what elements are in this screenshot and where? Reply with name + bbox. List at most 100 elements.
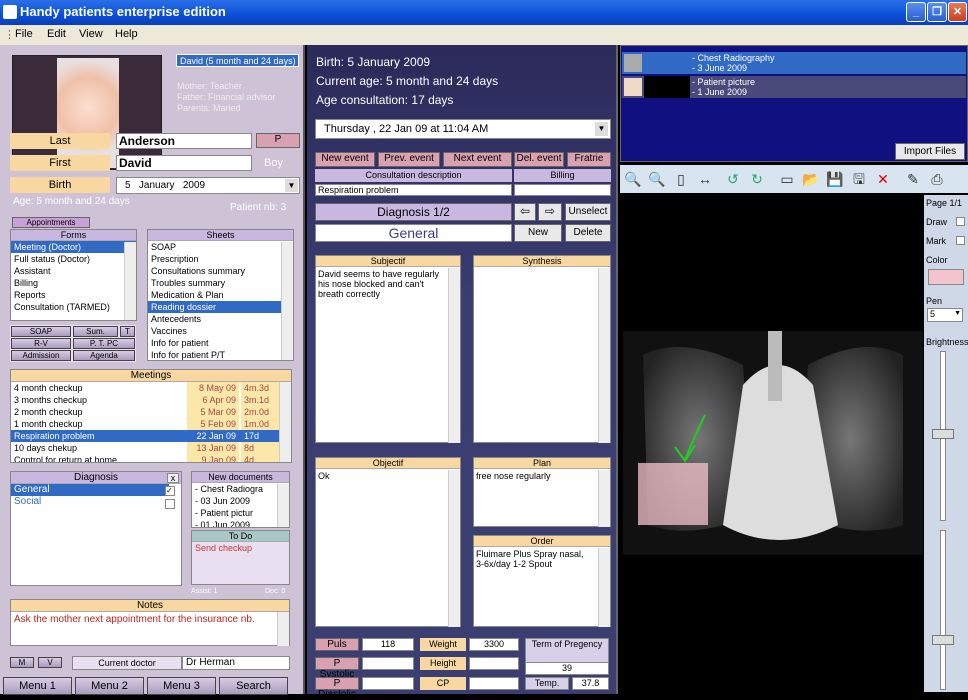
delete-icon[interactable]: ✕ (872, 168, 894, 190)
menu2-button[interactable]: Menu 2 (75, 677, 144, 695)
fratrie-button[interactable]: Fratrie (567, 152, 611, 167)
rotate-right-icon[interactable]: ↻ (746, 168, 768, 190)
prev-event-button[interactable]: Prev. event (378, 152, 440, 167)
open-folder-icon[interactable]: 📂 (800, 168, 822, 190)
chevron-down-icon[interactable]: ▼ (285, 179, 298, 192)
rotate-left-icon[interactable]: ↺ (722, 168, 744, 190)
close-icon[interactable]: x (167, 473, 179, 483)
forms-scrollbar[interactable] (124, 242, 136, 320)
current-doctor-field[interactable]: Dr Herman (182, 656, 290, 670)
synthesis-scrollbar[interactable] (598, 268, 610, 443)
sum-button[interactable]: Sum. (73, 326, 118, 337)
menu-view[interactable]: View (79, 28, 103, 40)
color-swatch[interactable] (928, 269, 964, 285)
sheets-scrollbar[interactable] (281, 242, 293, 360)
list-item[interactable]: - 01 Jun 2009 (192, 519, 289, 527)
arrow-right-icon[interactable]: ⇨ (538, 203, 562, 221)
chevron-down-icon[interactable]: ▼ (595, 122, 608, 136)
list-item[interactable]: - 03 Jun 2009 (192, 495, 289, 507)
list-item[interactable]: Prescription (148, 253, 293, 265)
list-item[interactable]: Antecedents (148, 313, 293, 325)
p-diastolic-field[interactable] (362, 677, 414, 690)
brightness-slider-thumb[interactable] (932, 429, 954, 439)
contrast-slider-thumb[interactable] (932, 635, 954, 645)
list-item[interactable]: Full status (Doctor) (11, 253, 136, 265)
list-item[interactable]: Billing (11, 277, 136, 289)
list-item[interactable]: Meeting (Doctor) (11, 241, 136, 253)
table-row[interactable]: 10 days chekup 13 Jan 09 8d (11, 442, 291, 454)
list-item[interactable]: - Patient pictur (192, 507, 289, 519)
cp-field[interactable] (469, 677, 519, 690)
table-row[interactable]: 4 month checkup 8 May 09 4m.3d (11, 382, 291, 394)
menu-edit[interactable]: Edit (47, 28, 66, 40)
print-icon[interactable]: ⎙ (926, 168, 948, 190)
fit-page-icon[interactable]: ▯ (670, 168, 692, 190)
plan-scrollbar[interactable] (598, 470, 610, 527)
minimize-button[interactable]: _ (906, 2, 926, 22)
maximize-button[interactable]: ❐ (927, 2, 947, 22)
last-name-field[interactable]: Anderson (116, 133, 252, 149)
temp-field[interactable]: 37.8 (572, 677, 609, 690)
notes-box[interactable]: Notes Ask the mother next appointment fo… (10, 599, 290, 646)
zoom-out-icon[interactable]: 🔍 (646, 168, 668, 190)
file-item-picture[interactable]: - Patient picture - 1 June 2009 (622, 76, 966, 98)
p-button[interactable]: P (256, 133, 300, 148)
subjectif-scrollbar[interactable] (448, 268, 460, 443)
synthesis-box[interactable]: Synthesis (473, 255, 611, 443)
order-scrollbar[interactable] (598, 548, 610, 627)
list-item[interactable]: Medication & Plan (148, 289, 293, 301)
objectif-box[interactable]: Objectif Ok (315, 457, 461, 627)
height-field[interactable] (469, 657, 519, 670)
search-button[interactable]: Search (219, 677, 288, 695)
subjectif-box[interactable]: Subjectif David seems to have regularly … (315, 255, 461, 443)
save-as-icon[interactable]: 🖫 (848, 168, 870, 190)
soap-button[interactable]: SOAP (11, 326, 71, 337)
agenda-button[interactable]: Agenda (73, 350, 135, 361)
zoom-in-icon[interactable]: 🔍 (622, 168, 644, 190)
unselect-button[interactable]: Unselect (565, 203, 611, 221)
new-event-button[interactable]: New event (315, 152, 375, 167)
table-row[interactable]: 1 month checkup 5 Feb 09 1m.0d (11, 418, 291, 430)
puls-field[interactable]: 118 (362, 638, 414, 651)
list-item[interactable]: Info for patient P/T (148, 349, 293, 360)
objectif-scrollbar[interactable] (448, 470, 460, 627)
import-files-button[interactable]: Import Files (895, 143, 965, 160)
social-checkbox[interactable] (165, 499, 175, 509)
first-name-field[interactable]: David (116, 155, 252, 171)
term-field[interactable]: 39 (525, 662, 609, 675)
draw-checkbox[interactable] (956, 217, 965, 226)
list-item[interactable]: - Chest Radiogra (192, 483, 289, 495)
notes-scrollbar[interactable] (277, 612, 289, 646)
rv-button[interactable]: R-V (11, 338, 71, 349)
list-item[interactable]: General (11, 484, 169, 496)
list-item[interactable]: SOAP (148, 241, 293, 253)
list-item[interactable]: Troubles summary (148, 277, 293, 289)
save-icon[interactable]: 💾 (824, 168, 846, 190)
file-item-xray[interactable]: - Chest Radiography - 3 June 2009 (622, 52, 966, 74)
menu3-button[interactable]: Menu 3 (147, 677, 216, 695)
menu-help[interactable]: Help (115, 28, 138, 40)
list-item[interactable]: Assistant (11, 265, 136, 277)
general-checkbox[interactable]: ✓ (165, 486, 175, 496)
list-item[interactable]: Consultation (TARMED) (11, 301, 136, 313)
fit-width-icon[interactable]: ↔ (694, 168, 716, 190)
list-item[interactable]: Consultations summary (148, 265, 293, 277)
arrow-left-icon[interactable]: ⇦ (514, 203, 536, 221)
del-event-button[interactable]: Del. event (514, 152, 564, 167)
menu-file[interactable]: File (15, 28, 33, 40)
edit-icon[interactable]: ✎ (902, 168, 924, 190)
ptpc-button[interactable]: P. T. PC (73, 338, 135, 349)
p-systolic-field[interactable] (362, 657, 414, 670)
table-row[interactable]: 2 month checkup 5 Mar 09 2m.0d (11, 406, 291, 418)
documents-scrollbar[interactable] (277, 484, 289, 527)
plan-box[interactable]: Plan free nose regularly (473, 457, 611, 527)
close-button[interactable]: ✕ (948, 2, 967, 22)
m-button[interactable]: M (10, 657, 34, 668)
birth-date-picker[interactable]: 5 January 2009 ▼ (116, 177, 300, 194)
patient-photo[interactable] (12, 55, 162, 170)
image-canvas[interactable] (623, 195, 923, 692)
admission-button[interactable]: Admission (11, 350, 71, 361)
appointments-button[interactable]: Appointments (12, 217, 90, 228)
delete-diagnosis-button[interactable]: Delete (565, 224, 611, 242)
table-row[interactable]: 3 months checkup 6 Apr 09 3m.1d (11, 394, 291, 406)
